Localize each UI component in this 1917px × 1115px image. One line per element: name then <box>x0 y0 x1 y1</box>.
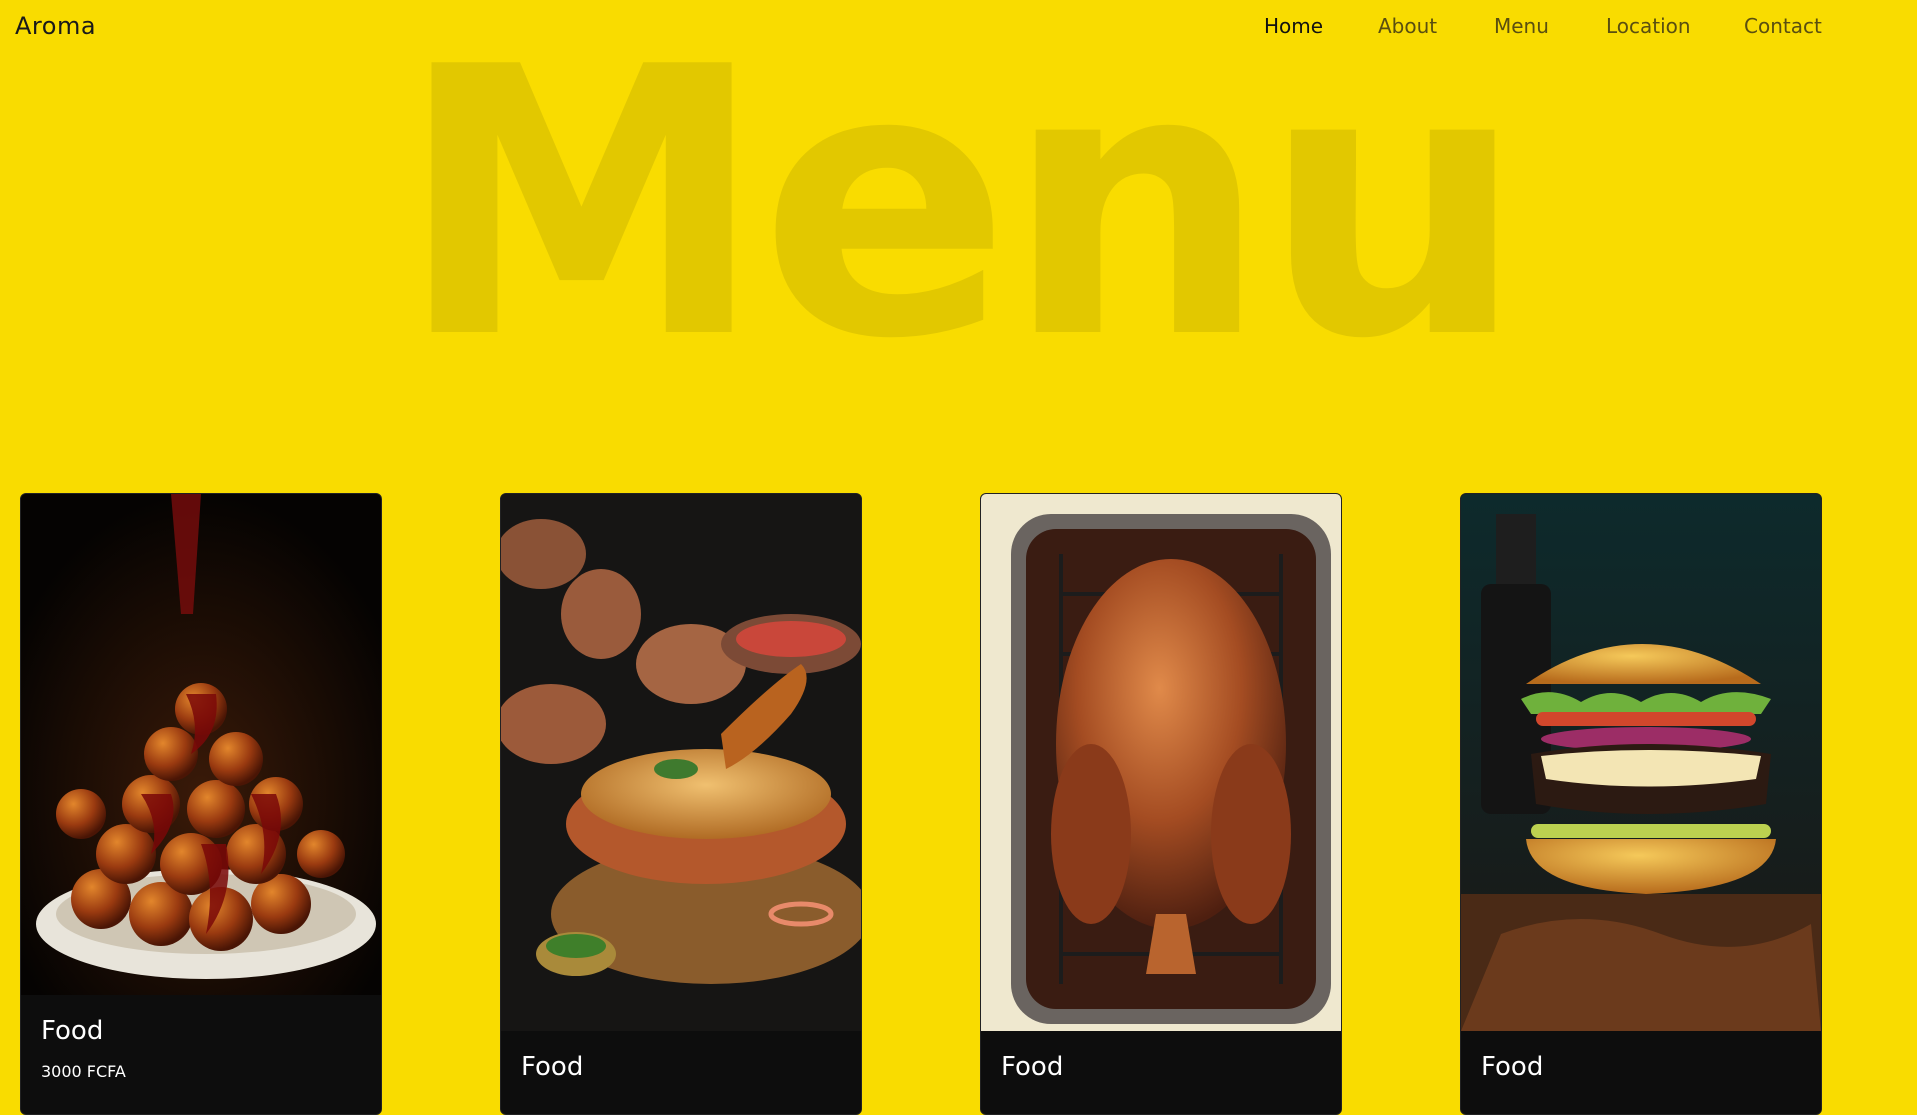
menu-card[interactable]: Food 3000 FCFA <box>20 493 382 1115</box>
menu-card[interactable]: Food <box>980 493 1342 1115</box>
hero-title: Menu <box>397 0 1526 420</box>
card-title: Food <box>1001 1052 1064 1082</box>
card-title: Food <box>521 1052 584 1082</box>
food-image <box>501 494 861 1031</box>
card-title: Food <box>41 1016 104 1046</box>
card-title: Food <box>1481 1052 1544 1082</box>
menu-card[interactable]: Food <box>500 493 862 1115</box>
food-image <box>1461 494 1821 1031</box>
card-body: Food <box>1481 1052 1543 1082</box>
card-body: Food 3000 FCFA <box>41 1016 126 1081</box>
card-body: Food <box>1001 1052 1063 1082</box>
food-image <box>21 494 381 995</box>
card-body: Food <box>521 1052 583 1082</box>
food-image <box>981 494 1341 1031</box>
menu-card[interactable]: Food <box>1460 493 1822 1115</box>
card-price: 3000 FCFA <box>41 1062 126 1081</box>
